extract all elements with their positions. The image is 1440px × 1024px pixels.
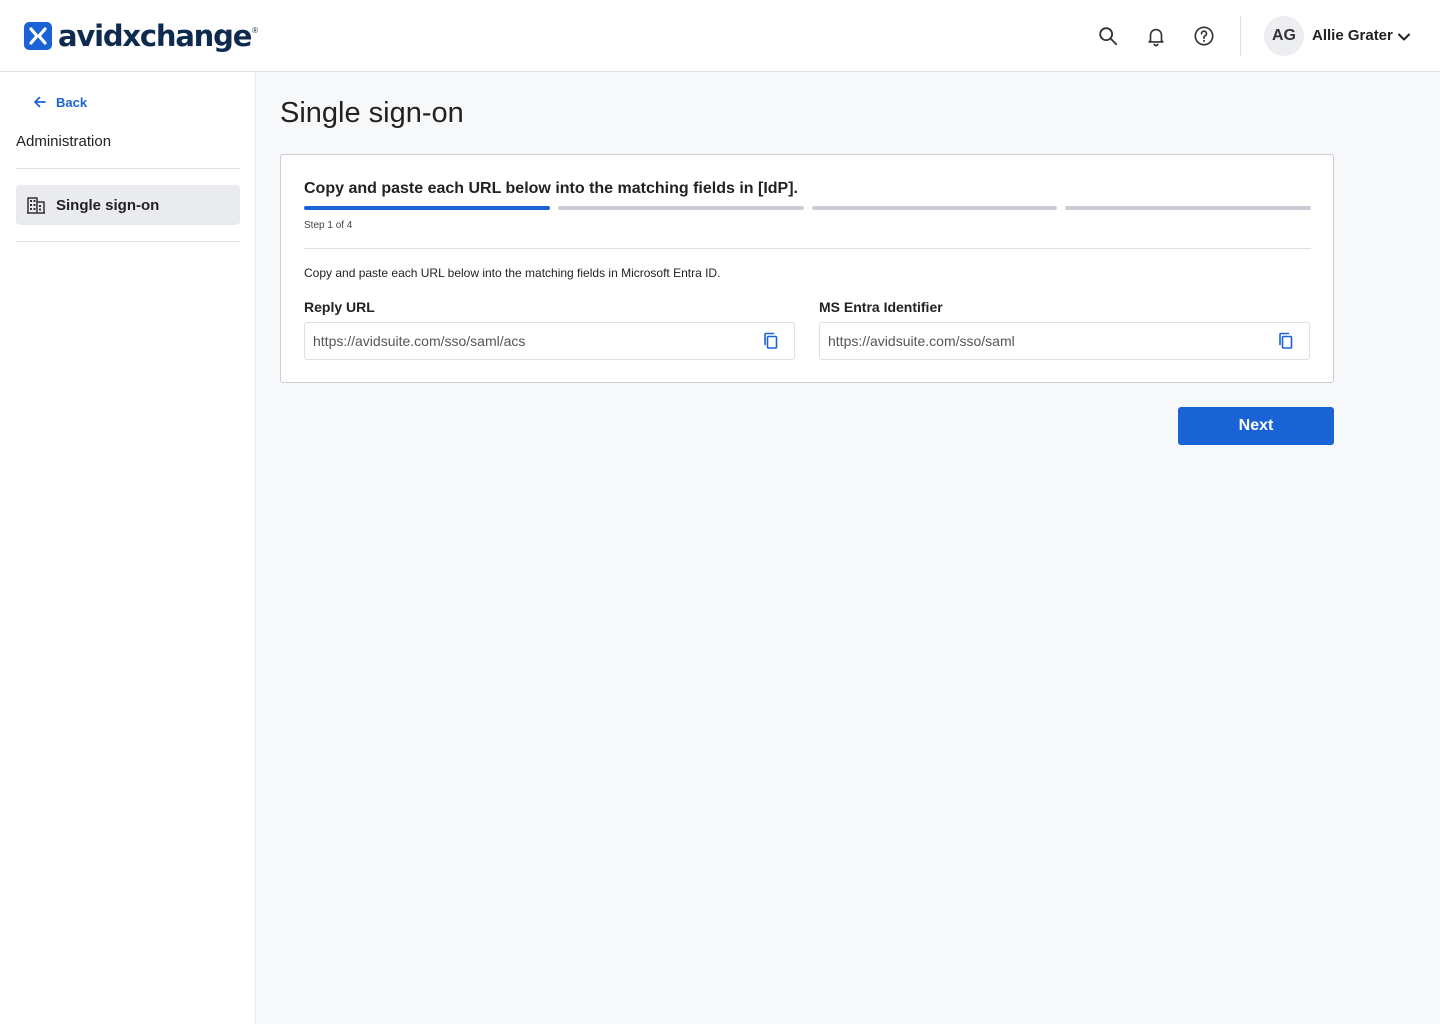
search-icon[interactable] bbox=[1096, 24, 1120, 48]
back-label: Back bbox=[56, 94, 88, 110]
card-title: Copy and paste each URL below into the m… bbox=[304, 180, 798, 197]
next-button[interactable]: Next bbox=[1178, 407, 1334, 445]
user-name[interactable]: Allie Grater bbox=[1312, 26, 1393, 46]
ms-entra-identifier-label: MS Entra Identifier bbox=[819, 299, 943, 315]
building-icon bbox=[27, 197, 45, 214]
ms-entra-identifier-field bbox=[819, 322, 1310, 360]
arrow-left-icon bbox=[34, 96, 46, 108]
copy-icon[interactable] bbox=[762, 332, 780, 350]
sidebar-item-single-sign-on[interactable]: Single sign-on bbox=[16, 185, 240, 225]
progress-step-3 bbox=[811, 206, 1058, 210]
logo-text: avidxchange bbox=[58, 19, 252, 53]
copy-icon[interactable] bbox=[1277, 332, 1295, 350]
chevron-down-icon[interactable] bbox=[1395, 28, 1413, 46]
page-title: Single sign-on bbox=[280, 97, 464, 129]
sidebar-heading: Administration bbox=[16, 133, 112, 150]
step-progress bbox=[304, 206, 1311, 210]
registered-mark: ® bbox=[252, 26, 259, 35]
user-avatar[interactable]: AG bbox=[1264, 16, 1304, 56]
reply-url-field bbox=[304, 322, 795, 360]
reply-url-label: Reply URL bbox=[304, 299, 375, 315]
ms-entra-identifier-input[interactable] bbox=[820, 323, 1270, 359]
card-divider bbox=[304, 248, 1311, 249]
avidxchange-logo[interactable]: avidxchange ® bbox=[24, 20, 258, 52]
reply-url-input[interactable] bbox=[305, 323, 755, 359]
sso-setup-card: Copy and paste each URL below into the m… bbox=[280, 154, 1334, 383]
back-link[interactable]: Back bbox=[32, 94, 87, 110]
progress-step-4 bbox=[1065, 206, 1311, 210]
logo-mark-icon bbox=[24, 22, 52, 50]
sidebar-item-label: Single sign-on bbox=[56, 196, 160, 214]
top-header: avidxchange ® AG Allie Grater bbox=[0, 0, 1440, 72]
sidebar: Back Administration Single sign-on bbox=[0, 72, 256, 1024]
progress-step-2 bbox=[557, 206, 804, 210]
bell-icon[interactable] bbox=[1144, 24, 1168, 48]
sidebar-divider bbox=[16, 168, 240, 169]
header-divider bbox=[1240, 16, 1241, 56]
help-icon[interactable] bbox=[1192, 24, 1216, 48]
progress-step-1 bbox=[304, 206, 550, 210]
sidebar-divider bbox=[16, 241, 240, 242]
step-label: Step 1 of 4 bbox=[304, 220, 353, 231]
instructions-text: Copy and paste each URL below into the m… bbox=[304, 266, 721, 280]
